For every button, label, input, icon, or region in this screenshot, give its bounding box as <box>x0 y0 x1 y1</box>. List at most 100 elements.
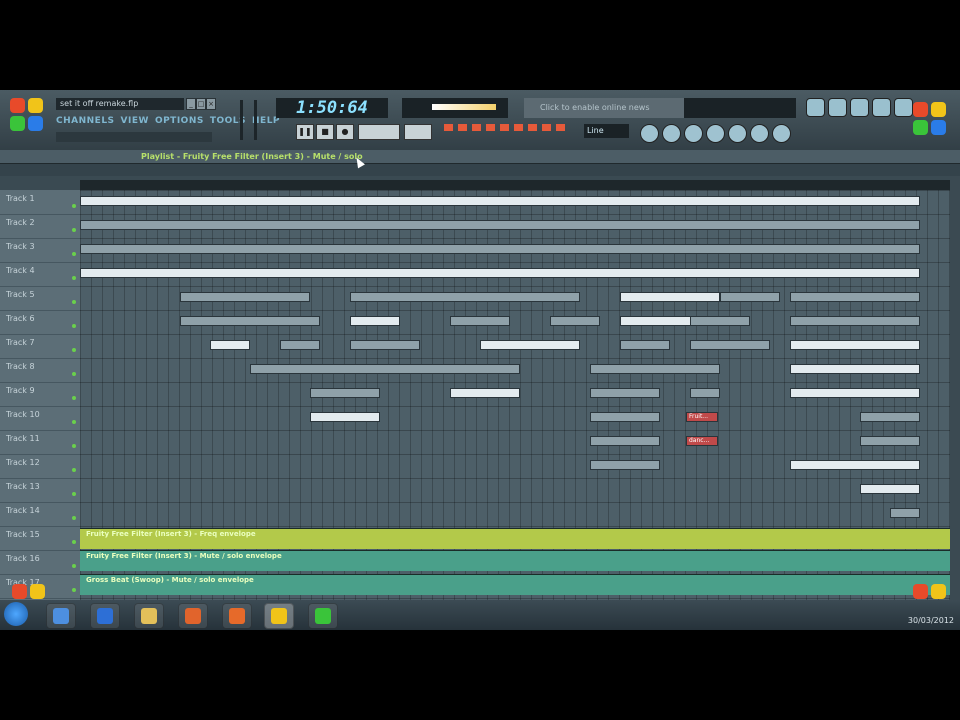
pattern-clip[interactable] <box>790 364 920 374</box>
pattern-clip[interactable]: danc... <box>686 436 718 446</box>
track-header[interactable]: Track 16 <box>0 550 80 575</box>
pattern-clip[interactable] <box>180 316 320 326</box>
song-time-display[interactable]: 1:50:64 <box>276 98 388 118</box>
pattern-clip[interactable] <box>860 436 920 446</box>
track-header[interactable]: Track 7 <box>0 334 80 359</box>
pattern-clip[interactable] <box>550 316 600 326</box>
tool-icon-7[interactable] <box>772 124 791 143</box>
taskbar-app-icon[interactable] <box>222 603 252 629</box>
track-header[interactable]: Track 12 <box>0 454 80 479</box>
menu-channels[interactable]: CHANNELS <box>56 116 115 126</box>
pattern-clip[interactable] <box>690 388 720 398</box>
pattern-clip[interactable] <box>860 412 920 422</box>
track-header[interactable]: Track 4 <box>0 262 80 287</box>
pattern-clip[interactable] <box>590 460 660 470</box>
pattern-clip[interactable] <box>80 220 920 230</box>
minimize-icon[interactable]: _ <box>186 98 196 110</box>
close-icon[interactable]: × <box>206 98 216 110</box>
track-header[interactable]: Track 10 <box>0 406 80 431</box>
taskbar-ie-icon[interactable] <box>46 603 76 629</box>
track-header[interactable]: Track 14 <box>0 502 80 527</box>
track-header[interactable]: Track 5 <box>0 286 80 311</box>
pattern-clip[interactable] <box>350 316 400 326</box>
pattern-clip[interactable] <box>350 340 420 350</box>
tool-icon-6[interactable] <box>750 124 769 143</box>
timeline-ruler[interactable] <box>80 180 950 190</box>
pattern-clip[interactable] <box>280 340 320 350</box>
pattern-clip[interactable] <box>590 412 660 422</box>
taskbar-explorer-icon[interactable] <box>134 603 164 629</box>
taskbar-media-player-icon[interactable] <box>90 603 120 629</box>
tool-icon-5[interactable] <box>728 124 747 143</box>
pattern-clip[interactable] <box>180 292 310 302</box>
pattern-clip[interactable] <box>790 388 920 398</box>
playlist-window-icon[interactable] <box>806 98 825 117</box>
track-header[interactable]: Track 1 <box>0 190 80 215</box>
track-header[interactable]: Track 3 <box>0 238 80 263</box>
snap-select[interactable]: Line <box>584 124 629 138</box>
tool-icon-1[interactable] <box>640 124 659 143</box>
tool-icon-4[interactable] <box>706 124 725 143</box>
pattern-clip[interactable] <box>450 388 520 398</box>
online-news-panel[interactable]: Click to enable online news <box>524 98 688 118</box>
pattern-clip[interactable] <box>80 244 920 254</box>
track-header[interactable]: Track 13 <box>0 478 80 503</box>
record-icon[interactable]: ● <box>336 124 354 140</box>
pattern-clip[interactable] <box>890 508 920 518</box>
menu-options[interactable]: OPTIONS <box>155 116 204 126</box>
taskbar-fl-studio-icon[interactable] <box>264 603 294 629</box>
pattern-clip[interactable] <box>790 316 920 326</box>
tempo-display[interactable] <box>404 124 432 140</box>
pattern-clip[interactable] <box>480 340 580 350</box>
mixer-window-icon[interactable] <box>872 98 891 117</box>
pattern-clip[interactable] <box>250 364 520 374</box>
pattern-clip[interactable] <box>720 292 780 302</box>
track-header[interactable]: Track 9 <box>0 382 80 407</box>
pattern-clip[interactable] <box>590 436 660 446</box>
pattern-clip[interactable] <box>80 268 920 278</box>
channel-rack-window-icon[interactable] <box>850 98 869 117</box>
pattern-clip[interactable] <box>590 388 660 398</box>
pattern-clip[interactable] <box>790 460 920 470</box>
stop-icon[interactable]: ■ <box>316 124 334 140</box>
pattern-clip[interactable] <box>620 292 720 302</box>
tool-icon-2[interactable] <box>662 124 681 143</box>
automation-clip-mute[interactable]: Fruity Free Filter (Insert 3) - Mute / s… <box>80 550 950 571</box>
pattern-clip[interactable] <box>790 340 920 350</box>
master-sliders[interactable] <box>236 96 266 144</box>
track-header[interactable]: Track 11 <box>0 430 80 455</box>
pause-icon[interactable]: ❚❚ <box>296 124 314 140</box>
pattern-clip[interactable] <box>210 340 250 350</box>
pattern-selector[interactable] <box>358 124 400 140</box>
start-button-icon[interactable] <box>4 602 28 626</box>
automation-clip-grossbeat[interactable]: Gross Beat (Swoop) - Mute / solo envelop… <box>80 574 950 595</box>
vertical-scrollbar[interactable] <box>950 176 960 626</box>
taskbar-firefox-icon[interactable] <box>178 603 208 629</box>
fl-studio-logo[interactable] <box>10 98 48 136</box>
maximize-icon[interactable]: □ <box>196 98 206 110</box>
pattern-clip[interactable]: Fruit... <box>686 412 718 422</box>
pattern-clip[interactable] <box>350 292 580 302</box>
mode-buttons[interactable] <box>444 124 574 140</box>
tool-icon-3[interactable] <box>684 124 703 143</box>
pattern-clip[interactable] <box>310 412 380 422</box>
browser-window-icon[interactable] <box>894 98 913 117</box>
pattern-clip[interactable] <box>450 316 510 326</box>
pattern-clip[interactable] <box>590 364 720 374</box>
pattern-clip[interactable] <box>690 340 770 350</box>
menu-view[interactable]: VIEW <box>121 116 149 126</box>
pattern-clip[interactable] <box>310 388 380 398</box>
automation-clip-freq[interactable]: Fruity Free Filter (Insert 3) - Freq env… <box>80 528 950 549</box>
track-header[interactable]: Track 15 <box>0 526 80 551</box>
pattern-clip[interactable] <box>80 196 920 206</box>
pattern-clip[interactable] <box>790 292 920 302</box>
pattern-clip[interactable] <box>860 484 920 494</box>
pattern-clip[interactable] <box>620 316 700 326</box>
track-header[interactable]: Track 2 <box>0 214 80 239</box>
track-header[interactable]: Track 8 <box>0 358 80 383</box>
track-header[interactable]: Track 6 <box>0 310 80 335</box>
taskbar-fl-icon[interactable] <box>308 603 338 629</box>
pattern-clip[interactable] <box>620 340 670 350</box>
pattern-clip[interactable] <box>690 316 750 326</box>
piano-roll-window-icon[interactable] <box>828 98 847 117</box>
